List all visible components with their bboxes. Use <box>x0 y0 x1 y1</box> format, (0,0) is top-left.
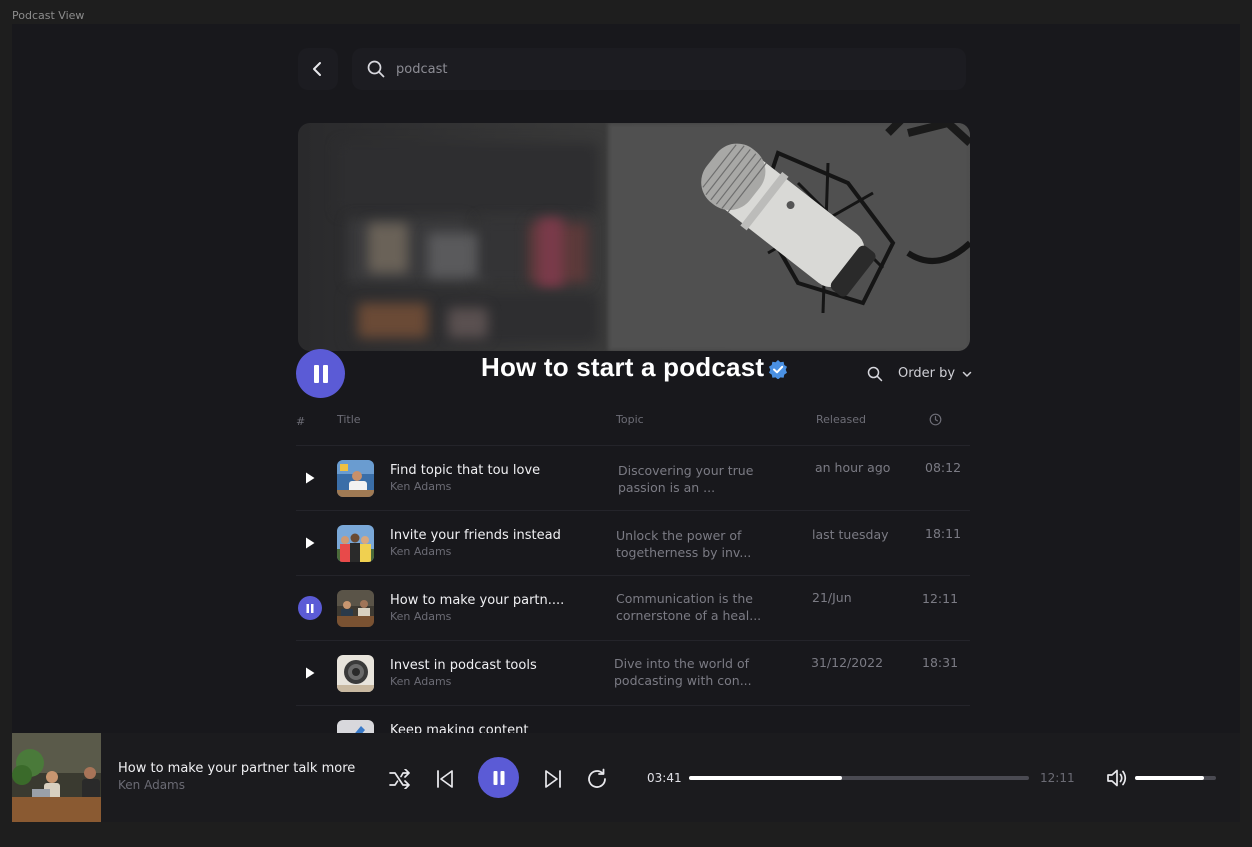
episode-topic: Dive into the world of podcasting with c… <box>614 656 752 688</box>
episode-duration: 12:11 <box>922 591 959 606</box>
chevron-left-icon <box>313 62 321 76</box>
hero-image <box>298 123 970 351</box>
episode-title[interactable]: How to make your partn.... <box>390 593 564 608</box>
progress-fill <box>689 776 842 780</box>
order-by-dropdown[interactable]: Order by <box>898 366 973 381</box>
back-button[interactable] <box>298 48 338 90</box>
current-time: 03:41 <box>647 771 682 785</box>
progress-bar[interactable] <box>689 776 1029 780</box>
microphone-image <box>701 123 970 314</box>
episode-duration: 18:31 <box>922 655 959 670</box>
episode-author[interactable]: Ken Adams <box>390 610 451 623</box>
pause-button[interactable] <box>298 596 322 620</box>
episode-row[interactable]: Invite your friends instead Ken Adams Un… <box>296 510 970 575</box>
search-icon <box>367 60 385 78</box>
episode-title[interactable]: Invest in podcast tools <box>390 658 537 673</box>
volume-slider[interactable] <box>1135 776 1216 780</box>
volume-fill <box>1135 776 1204 780</box>
pause-icon <box>493 770 504 785</box>
search-bar[interactable] <box>352 48 966 90</box>
episode-topic: Communication is the cornerstone of a he… <box>616 591 762 623</box>
now-playing-author[interactable]: Ken Adams <box>118 778 185 792</box>
podcast-view: How to start a podcast Order by # Title … <box>12 24 1240 822</box>
shuffle-button[interactable] <box>389 768 411 790</box>
header-topic[interactable]: Topic <box>616 413 644 426</box>
volume-button[interactable] <box>1105 767 1129 789</box>
episode-author[interactable]: Ken Adams <box>390 480 451 493</box>
episode-title[interactable]: Find topic that tou love <box>390 463 540 478</box>
episode-thumbnail <box>337 655 374 692</box>
episode-title[interactable]: Invite your friends instead <box>390 528 561 543</box>
play-button[interactable] <box>298 466 322 490</box>
main-pause-button[interactable] <box>296 349 345 398</box>
episode-row[interactable]: How to make your partn.... Ken Adams Com… <box>296 575 970 640</box>
episode-released: last tuesday <box>812 527 889 542</box>
pause-icon <box>313 364 328 383</box>
pause-icon <box>306 603 314 613</box>
episode-row[interactable]: Invest in podcast tools Ken Adams Dive i… <box>296 640 970 705</box>
list-search-icon[interactable] <box>867 366 883 382</box>
total-time: 12:11 <box>1040 771 1075 785</box>
episode-row[interactable]: Find topic that tou love Ken Adams Disco… <box>296 445 970 510</box>
volume-icon <box>1107 769 1127 787</box>
episode-duration: 18:11 <box>925 526 962 541</box>
previous-button[interactable] <box>435 768 455 790</box>
play-icon <box>306 472 315 484</box>
skip-forward-icon <box>545 770 561 788</box>
header-title[interactable]: Title <box>337 413 361 426</box>
episode-thumbnail <box>337 590 374 627</box>
now-playing-title[interactable]: How to make your partner talk more <box>118 761 355 776</box>
top-bar <box>298 48 966 90</box>
clock-icon[interactable] <box>929 413 942 426</box>
episode-released: 31/12/2022 <box>811 655 884 670</box>
verified-badge-icon <box>769 360 787 379</box>
episode-duration: 08:12 <box>925 460 962 475</box>
episode-topic: Unlock the power of togetherness by inv.… <box>616 528 752 560</box>
chevron-down-icon <box>962 371 972 377</box>
episode-thumbnail <box>337 460 374 497</box>
player-pause-button[interactable] <box>478 757 519 798</box>
play-icon <box>306 667 315 679</box>
episode-thumbnail <box>337 525 374 562</box>
play-button[interactable] <box>298 531 322 555</box>
podcast-title: How to start a podcast <box>481 352 765 382</box>
play-button[interactable] <box>298 661 322 685</box>
header-number[interactable]: # <box>296 415 305 428</box>
skip-back-icon <box>437 770 453 788</box>
repeat-icon <box>588 768 606 788</box>
shuffle-icon <box>389 769 410 789</box>
episode-topic: Discovering your true passion is an ... <box>618 463 754 495</box>
frame-label: Podcast View <box>12 9 85 22</box>
order-by-label: Order by <box>898 366 956 381</box>
now-playing-artwork <box>12 733 101 822</box>
next-button[interactable] <box>543 768 563 790</box>
player-bar: How to make your partner talk more Ken A… <box>12 733 1240 822</box>
table-header: # Title Topic Released <box>296 413 970 433</box>
repeat-button[interactable] <box>585 767 609 791</box>
search-input[interactable] <box>396 61 896 77</box>
episode-released: an hour ago <box>815 460 891 475</box>
episode-released: 21/Jun <box>812 590 852 605</box>
header-released[interactable]: Released <box>816 413 866 426</box>
episode-author[interactable]: Ken Adams <box>390 675 451 688</box>
play-icon <box>306 537 315 549</box>
episode-author[interactable]: Ken Adams <box>390 545 451 558</box>
